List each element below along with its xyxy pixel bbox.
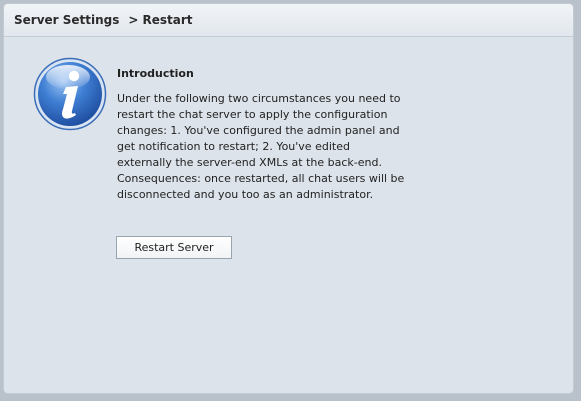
intro-title: Introduction [117, 67, 194, 80]
main-content: Introduction Under the following two cir… [4, 37, 573, 393]
breadcrumb-section[interactable]: Server Settings [14, 13, 119, 27]
settings-panel: Server Settings > Restart Introduction U… [3, 3, 574, 394]
breadcrumb: Server Settings > Restart [4, 4, 573, 37]
info-icon [33, 57, 107, 131]
breadcrumb-separator: > [128, 13, 139, 27]
restart-server-button[interactable]: Restart Server [116, 236, 232, 259]
breadcrumb-current: Restart [142, 13, 193, 27]
intro-text: Under the following two circumstances yo… [117, 92, 405, 201]
